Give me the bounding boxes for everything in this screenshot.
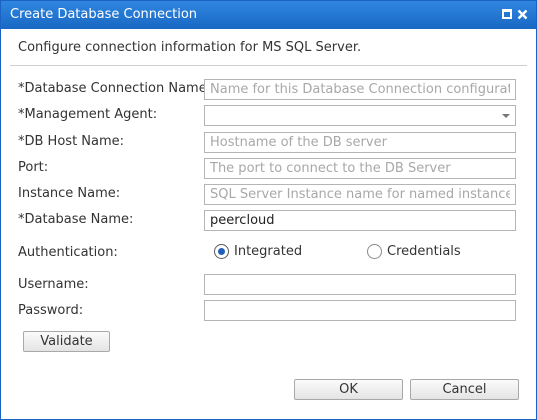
management-agent-label: *Management Agent: [18, 107, 158, 122]
port-input[interactable] [204, 158, 516, 179]
database-name-label: *Database Name: [18, 212, 134, 227]
instance-name-label: Instance Name: [18, 186, 121, 201]
db-host-name-label: *DB Host Name: [18, 134, 125, 149]
dialog-title: Create Database Connection [10, 7, 198, 22]
chevron-down-icon [502, 113, 510, 118]
connection-name-input[interactable] [204, 79, 516, 100]
create-database-connection-dialog: Create Database Connection Configure con… [0, 0, 537, 420]
maximize-icon [502, 9, 512, 19]
close-button[interactable] [514, 6, 530, 22]
radio-credentials[interactable]: Credentials [367, 244, 461, 259]
connection-name-label: *Database Connection Name: [18, 81, 212, 96]
separator [10, 65, 527, 66]
dialog-description: Configure connection information for MS … [18, 40, 362, 55]
username-label: Username: [18, 277, 89, 292]
db-host-name-input[interactable] [204, 132, 516, 153]
radio-button-unchecked[interactable] [367, 244, 382, 259]
dropdown-arrow[interactable] [497, 106, 515, 125]
instance-name-input[interactable] [204, 184, 516, 205]
password-label: Password: [18, 303, 84, 318]
authentication-label: Authentication: [18, 245, 118, 260]
database-name-input[interactable] [204, 210, 516, 231]
ok-button[interactable]: OK [294, 379, 403, 400]
radio-credentials-label: Credentials [387, 244, 461, 259]
radio-dot [218, 248, 225, 255]
dialog-titlebar[interactable]: Create Database Connection [1, 1, 536, 29]
password-input[interactable] [204, 300, 516, 321]
port-label: Port: [18, 160, 49, 175]
maximize-button[interactable] [499, 6, 515, 22]
cancel-button[interactable]: Cancel [410, 379, 519, 400]
validate-button[interactable]: Validate [23, 331, 110, 352]
radio-button-checked[interactable] [214, 244, 229, 259]
radio-integrated-label: Integrated [234, 244, 303, 259]
management-agent-select[interactable] [204, 105, 516, 126]
radio-integrated[interactable]: Integrated [214, 244, 302, 259]
close-icon [517, 9, 527, 19]
username-input[interactable] [204, 274, 516, 295]
